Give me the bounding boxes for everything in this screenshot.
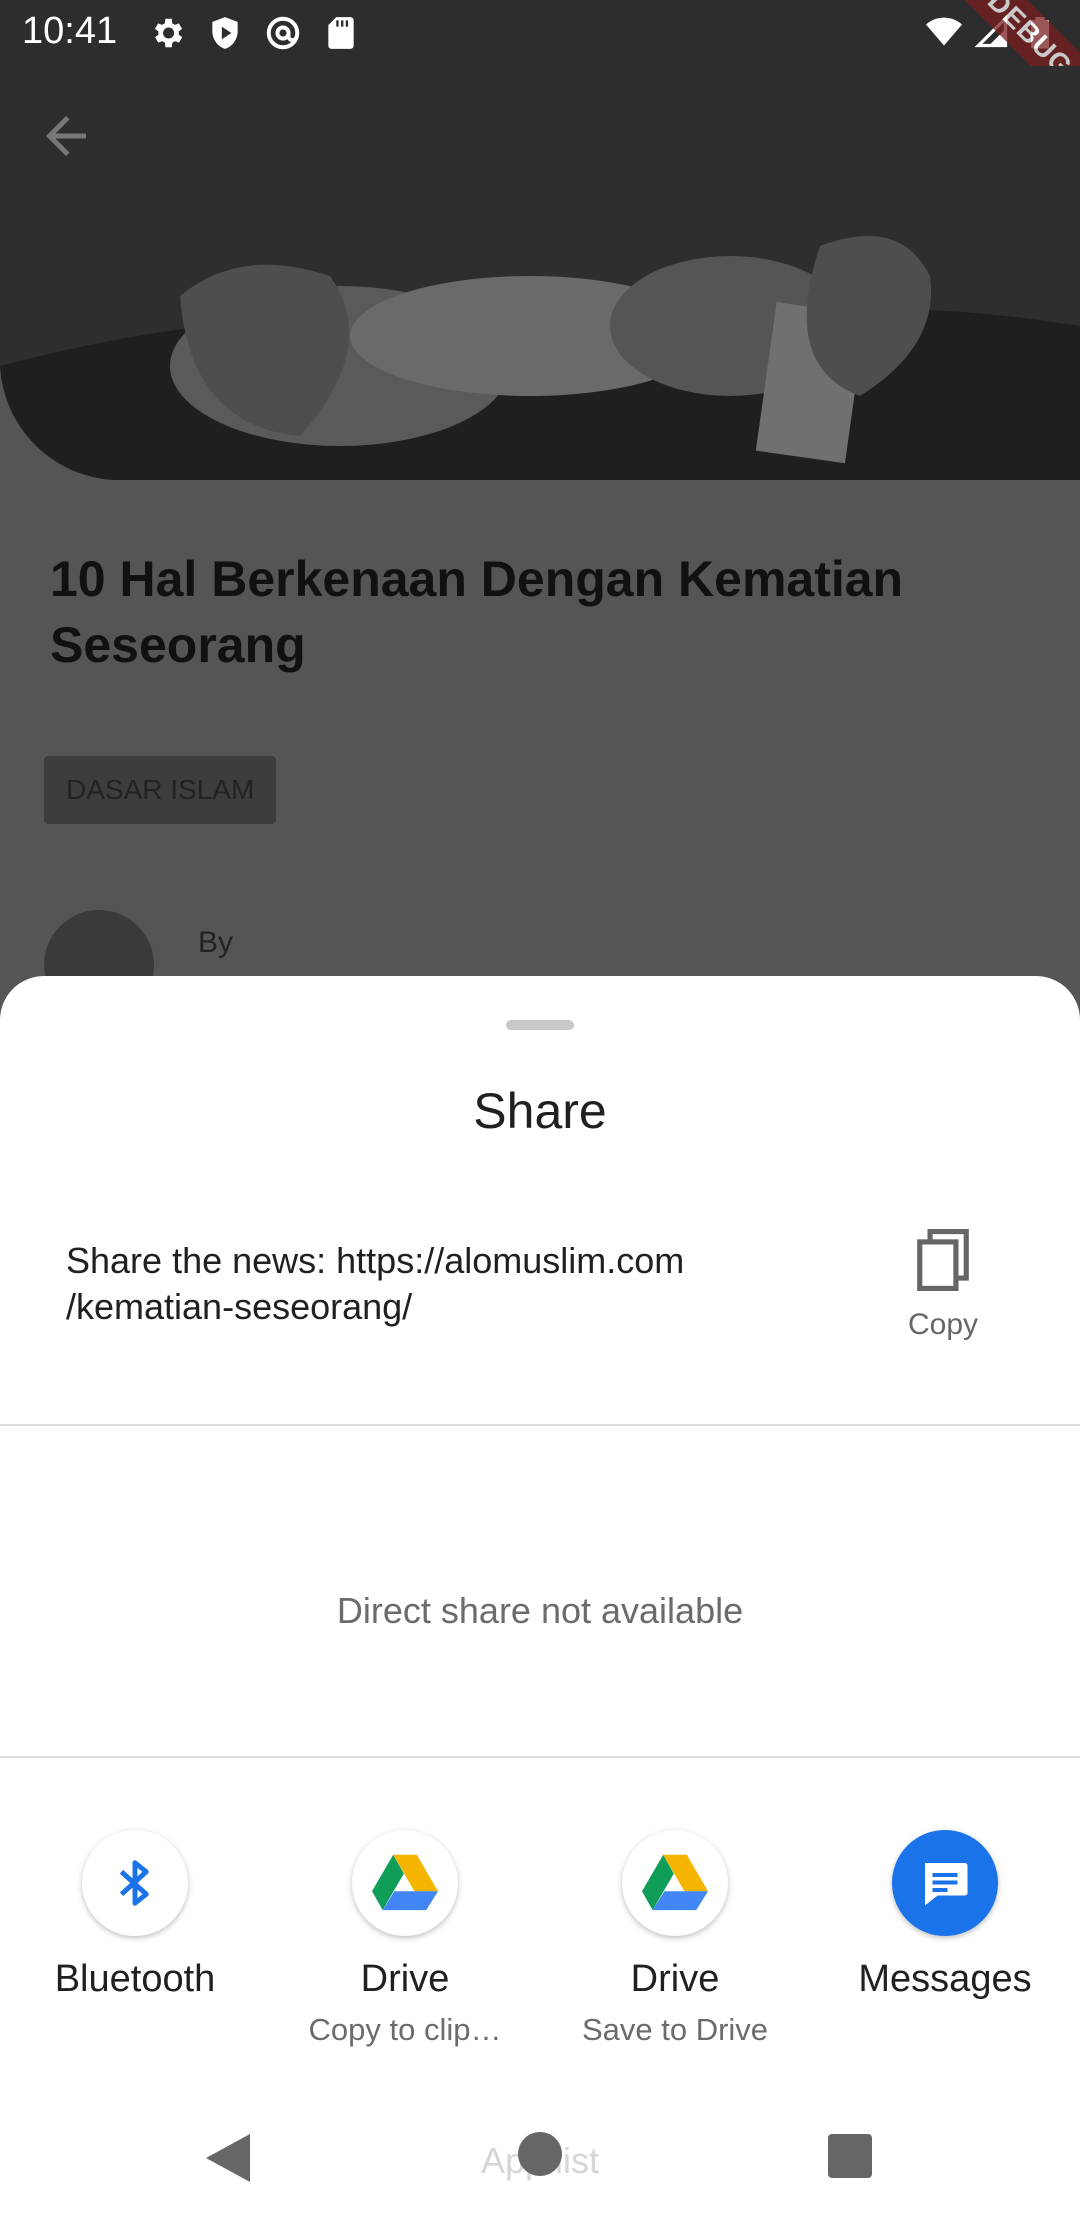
back-arrow-icon[interactable] <box>36 106 96 166</box>
shield-icon <box>212 17 238 49</box>
article-title: 10 Hal Berkenaan Dengan Kematian Seseora… <box>50 551 904 673</box>
app-targets: Bluetooth Drive Copy to clip… Drive Save… <box>0 1826 1080 2066</box>
share-target-drive-copy[interactable]: Drive Copy to clip… <box>270 1826 540 2066</box>
messages-icon <box>925 1863 968 1906</box>
hero-photo <box>0 66 1080 480</box>
google-drive-icon <box>372 1854 438 1911</box>
share-target-messages[interactable]: Messages <box>810 1826 1080 2066</box>
app-name: Messages <box>858 1958 1032 2000</box>
settings-icon <box>154 18 183 48</box>
bluetooth-icon <box>119 1860 149 1906</box>
hero-image <box>0 66 1080 480</box>
app-icon <box>352 1830 458 1936</box>
app-sub: Copy to clip… <box>308 2012 502 2047</box>
status-icons-left <box>148 14 360 52</box>
nav-home-icon[interactable] <box>518 2132 562 2176</box>
drag-handle[interactable] <box>506 1020 574 1030</box>
nav-back-icon[interactable] <box>206 2134 250 2182</box>
category-chip[interactable]: DASAR ISLAM <box>44 756 277 824</box>
at-sign-icon <box>266 16 300 50</box>
app-name: Drive <box>630 1958 720 2000</box>
app-name: Drive <box>360 1958 450 2000</box>
divider <box>0 1424 1080 1426</box>
divider <box>0 1756 1080 1758</box>
sd-card-icon <box>328 17 354 49</box>
app-icon <box>622 1830 728 1936</box>
sheet-title: Share <box>473 1083 607 1139</box>
direct-share-message: Direct share not available <box>336 1590 744 1631</box>
app-sub: Save to Drive <box>581 2012 769 2047</box>
copy-icon[interactable] <box>912 1226 974 1294</box>
status-bar: 10:41 DEBUG <box>0 0 1080 142</box>
google-drive-icon <box>642 1854 708 1911</box>
author-by-label: By <box>198 926 234 959</box>
share-target-bluetooth[interactable]: Bluetooth <box>0 1826 270 2066</box>
share-sheet: Share Share the news: https://alomuslim.… <box>0 976 1080 2088</box>
share-target-drive-save[interactable]: Drive Save to Drive <box>540 1826 810 2066</box>
navigation-bar: App list <box>0 2088 1080 2220</box>
wifi-icon <box>926 17 962 46</box>
nav-recents-icon[interactable] <box>828 2134 872 2178</box>
copy-button-label[interactable]: Copy <box>880 1308 1006 1342</box>
app-icon <box>82 1830 188 1936</box>
app-icon <box>892 1830 998 1936</box>
share-preview-text: Share the news: https://alomuslim.com /k… <box>66 1240 685 1327</box>
status-time: 10:41 <box>22 10 118 52</box>
app-name: Bluetooth <box>54 1958 216 2000</box>
